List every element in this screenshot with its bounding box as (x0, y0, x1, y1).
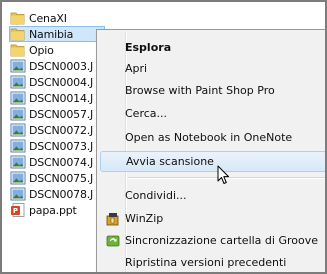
list-item-image-file[interactable]: DSCN0003.J (10, 58, 110, 74)
menu-item-label: Esplora (125, 41, 172, 54)
image-file-icon (10, 59, 26, 73)
list-item-folder-opio[interactable]: Opio (10, 42, 110, 58)
menu-item-label: Apri (125, 62, 148, 75)
file-name: DSCN0075.J (29, 171, 94, 185)
file-name: CenaXI (29, 11, 67, 25)
menu-item-label: Condividi... (125, 189, 187, 202)
file-name: Opio (29, 43, 54, 57)
folder-icon (10, 12, 25, 25)
menu-item-browse-paint-shop-pro[interactable]: Browse with Paint Shop Pro (100, 80, 327, 101)
context-menu: Esplora Apri Browse with Paint Shop Pro … (96, 29, 327, 274)
menu-item-label: Ripristina versioni precedenti (125, 256, 287, 269)
menu-item-groove-sync[interactable]: Sincronizzazione cartella di Groove (100, 230, 327, 251)
file-name: DSCN0078.J (29, 187, 94, 201)
menu-item-cerca[interactable]: Cerca... (100, 103, 327, 124)
image-file-icon (10, 155, 26, 169)
image-file-icon (10, 107, 26, 121)
menu-item-label: Browse with Paint Shop Pro (125, 84, 275, 97)
file-name: DSCN0057.J (29, 107, 94, 121)
list-item-image-file[interactable]: DSCN0072.J (10, 122, 110, 138)
menu-item-label: Avvia scansione (126, 155, 214, 168)
file-name: DSCN0073.J (29, 139, 94, 153)
mouse-cursor-icon (217, 165, 229, 184)
list-item-image-file[interactable]: DSCN0004.J (10, 74, 110, 90)
image-file-icon (10, 91, 26, 105)
file-name: Namibia (29, 27, 74, 41)
list-item-image-file[interactable]: DSCN0078.J (10, 186, 110, 202)
list-item-image-file[interactable]: DSCN0014.J (10, 90, 110, 106)
powerpoint-file-icon: P (11, 203, 25, 217)
file-name: DSCN0074.J (29, 155, 94, 169)
menu-item-label: Cerca... (125, 107, 168, 120)
file-name: DSCN0003.J (29, 59, 94, 73)
file-name: papa.ppt (29, 203, 77, 217)
folder-icon (10, 28, 25, 41)
image-file-icon (10, 75, 26, 89)
menu-item-ripristina-versioni[interactable]: Ripristina versioni precedenti (100, 252, 327, 273)
image-file-icon (10, 123, 26, 137)
groove-sync-icon (106, 235, 120, 246)
menu-item-apri[interactable]: Apri (100, 58, 327, 79)
menu-item-winzip[interactable]: WinZip (100, 208, 327, 229)
list-item-folder-namibia[interactable]: Namibia (9, 26, 105, 42)
menu-item-label: WinZip (125, 212, 164, 225)
list-item-image-file[interactable]: DSCN0075.J (10, 170, 110, 186)
svg-text:P: P (13, 207, 18, 215)
menu-item-condividi[interactable]: Condividi... (100, 185, 327, 206)
image-file-icon (10, 171, 26, 185)
winzip-icon (106, 212, 119, 225)
menu-item-esplora[interactable]: Esplora (100, 37, 327, 58)
image-file-icon (10, 139, 26, 153)
file-name: DSCN0004.J (29, 75, 94, 89)
list-item-image-file[interactable]: DSCN0074.J (10, 154, 110, 170)
menu-item-open-onenote[interactable]: Open as Notebook in OneNote (100, 127, 327, 148)
file-name: DSCN0014.J (29, 91, 94, 105)
menu-item-label: Open as Notebook in OneNote (125, 131, 293, 144)
list-item-powerpoint-file[interactable]: P papa.ppt (10, 202, 110, 218)
file-name: DSCN0072.J (29, 123, 94, 137)
folder-icon (10, 44, 25, 57)
list-item-folder-cenaxi[interactable]: CenaXI (10, 10, 110, 26)
list-item-image-file[interactable]: DSCN0057.J (10, 106, 110, 122)
menu-item-avvia-scansione[interactable]: Avvia scansione (100, 151, 327, 172)
list-item-image-file[interactable]: DSCN0073.J (10, 138, 110, 154)
image-file-icon (10, 187, 26, 201)
menu-item-label: Sincronizzazione cartella di Groove (125, 234, 318, 247)
